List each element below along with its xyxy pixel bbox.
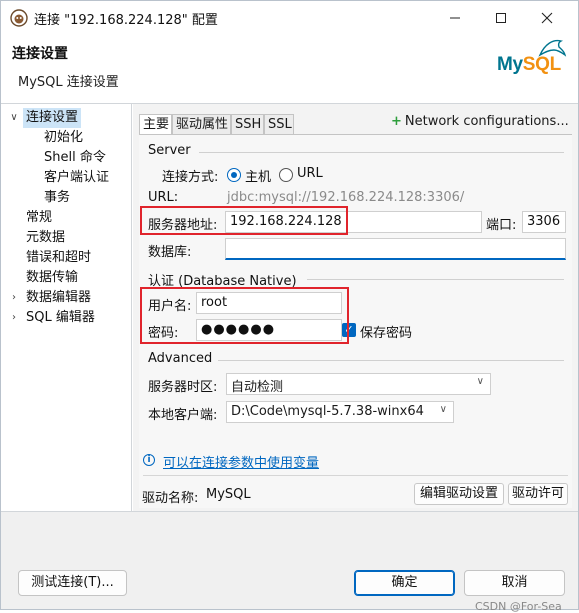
timezone-select[interactable]: 自动检测 ∨ [226, 373, 491, 395]
tree-item-client-auth[interactable]: 客户端认证 [44, 168, 109, 188]
dialog-footer: 测试连接(T)... 确定 取消 CSDN @For-Sea [1, 511, 578, 613]
host-radio[interactable] [227, 168, 241, 182]
chevron-down-icon: ∨ [476, 376, 484, 387]
window-title: 连接 "192.168.224.128" 配置 [34, 13, 218, 28]
local-client-value: D:\Code\mysql-5.7.38-winx64 [231, 404, 424, 419]
database-input[interactable] [225, 238, 566, 260]
edit-driver-settings-button[interactable]: 编辑驱动设置 [414, 483, 504, 505]
password-input[interactable]: ●●●●●● [196, 319, 342, 341]
maximize-button[interactable] [478, 1, 524, 34]
host-radio-label[interactable]: 主机 [245, 166, 271, 185]
username-label: 用户名: [148, 299, 192, 314]
auth-group-divider [307, 279, 564, 280]
database-label: 数据库: [148, 245, 192, 260]
chevron-down-icon[interactable]: ∨ [8, 108, 20, 128]
username-input[interactable]: root [196, 292, 342, 314]
header-title: 连接设置 [12, 46, 68, 62]
close-button[interactable] [524, 1, 570, 34]
cancel-button[interactable]: 取消 [464, 570, 565, 596]
tree-item-data-editor[interactable]: 数据编辑器 [26, 288, 91, 308]
connection-config-dialog: 连接 "192.168.224.128" 配置 连接设置 MySQL 连接设置 … [0, 0, 579, 613]
tab-main-body: Server 连接方式: 主机 URL URL: jdbc:mysql://19… [139, 134, 572, 508]
settings-tree: ∨ 连接设置 初始化 Shell 命令 客户端认证 事务 常规 元数据 错误和超… [1, 104, 132, 511]
url-label: URL: [148, 190, 179, 205]
url-radio[interactable] [279, 168, 293, 182]
timezone-label: 服务器时区: [148, 380, 218, 395]
host-label: 服务器地址: [148, 218, 218, 233]
plus-icon: + [391, 114, 402, 129]
tree-item-connection-settings[interactable]: 连接设置 [23, 108, 82, 128]
csdn-watermark: CSDN @For-Sea [475, 600, 562, 613]
info-icon: i [143, 454, 155, 466]
minimize-button[interactable] [432, 1, 478, 34]
network-configurations-button[interactable]: + Network configurations... [391, 114, 569, 129]
maximize-icon [496, 12, 506, 23]
header-subtitle: MySQL 连接设置 [18, 75, 119, 90]
server-group-divider [199, 152, 564, 153]
driver-name-value: MySQL [206, 487, 251, 502]
driver-separator [143, 475, 568, 476]
local-client-label: 本地客户端: [148, 408, 218, 423]
tree-item-general[interactable]: 常规 [26, 208, 52, 228]
timezone-value: 自动检测 [231, 380, 284, 395]
advanced-group-title: Advanced [148, 351, 213, 366]
dbeaver-app-icon [10, 9, 28, 27]
tree-item-init[interactable]: 初始化 [44, 128, 83, 148]
logo-my: My [497, 54, 523, 75]
tree-item-transaction[interactable]: 事务 [44, 188, 70, 208]
settings-header: 连接设置 MySQL 连接设置 MySQL [1, 34, 578, 104]
network-configurations-label: Network configurations... [404, 114, 569, 129]
save-password-label[interactable]: 保存密码 [360, 322, 412, 341]
save-password-checkbox[interactable]: ✓ [342, 323, 356, 337]
tree-item-sql-editor[interactable]: SQL 编辑器 [26, 308, 95, 328]
tree-item-metadata[interactable]: 元数据 [26, 228, 65, 248]
local-client-select[interactable]: D:\Code\mysql-5.7.38-winx64 ∨ [226, 401, 454, 423]
tab-ssl[interactable]: SSL [264, 114, 294, 134]
driver-name-label: 驱动名称: [142, 491, 199, 506]
mysql-logo: MySQL [493, 36, 573, 82]
tree-item-shell[interactable]: Shell 命令 [44, 148, 106, 168]
tree-item-data-transfer[interactable]: 数据传输 [26, 268, 78, 288]
host-input[interactable]: 192.168.224.128 [225, 211, 482, 233]
ok-button[interactable]: 确定 [354, 570, 455, 596]
auth-group-title: 认证 (Database Native) [148, 274, 297, 289]
password-label: 密码: [148, 326, 179, 341]
tab-main[interactable]: 主要 [139, 114, 172, 135]
logo-sql: SQL [522, 54, 561, 75]
tree-item-errors-timeouts[interactable]: 错误和超时 [26, 248, 91, 268]
tab-driver-properties[interactable]: 驱动属性 [172, 114, 231, 134]
chevron-right-icon[interactable]: › [8, 308, 20, 328]
title-bar[interactable]: 连接 "192.168.224.128" 配置 [1, 1, 578, 34]
minimize-icon [450, 17, 460, 18]
tab-ssh[interactable]: SSH [231, 114, 264, 134]
advanced-group-divider [218, 360, 564, 361]
url-radio-label[interactable]: URL [297, 166, 323, 181]
port-input[interactable]: 3306 [522, 211, 566, 233]
chevron-right-icon[interactable]: › [8, 288, 20, 308]
server-group-title: Server [148, 143, 191, 158]
close-icon [541, 12, 553, 23]
mysql-wordmark: MySQL [497, 54, 561, 76]
test-connection-button[interactable]: 测试连接(T)... [18, 570, 127, 596]
settings-pane: 主要 驱动属性 SSH SSL + Network configurations.… [133, 104, 578, 511]
url-value: jdbc:mysql://192.168.224.128:3306/ [227, 190, 465, 205]
variables-help-link[interactable]: 可以在连接参数中使用变量 [163, 452, 319, 471]
driver-license-button[interactable]: 驱动许可 [508, 483, 568, 505]
port-label: 端口: [486, 218, 517, 233]
connect-method-label: 连接方式: [162, 170, 219, 185]
chevron-down-icon: ∨ [439, 404, 447, 415]
